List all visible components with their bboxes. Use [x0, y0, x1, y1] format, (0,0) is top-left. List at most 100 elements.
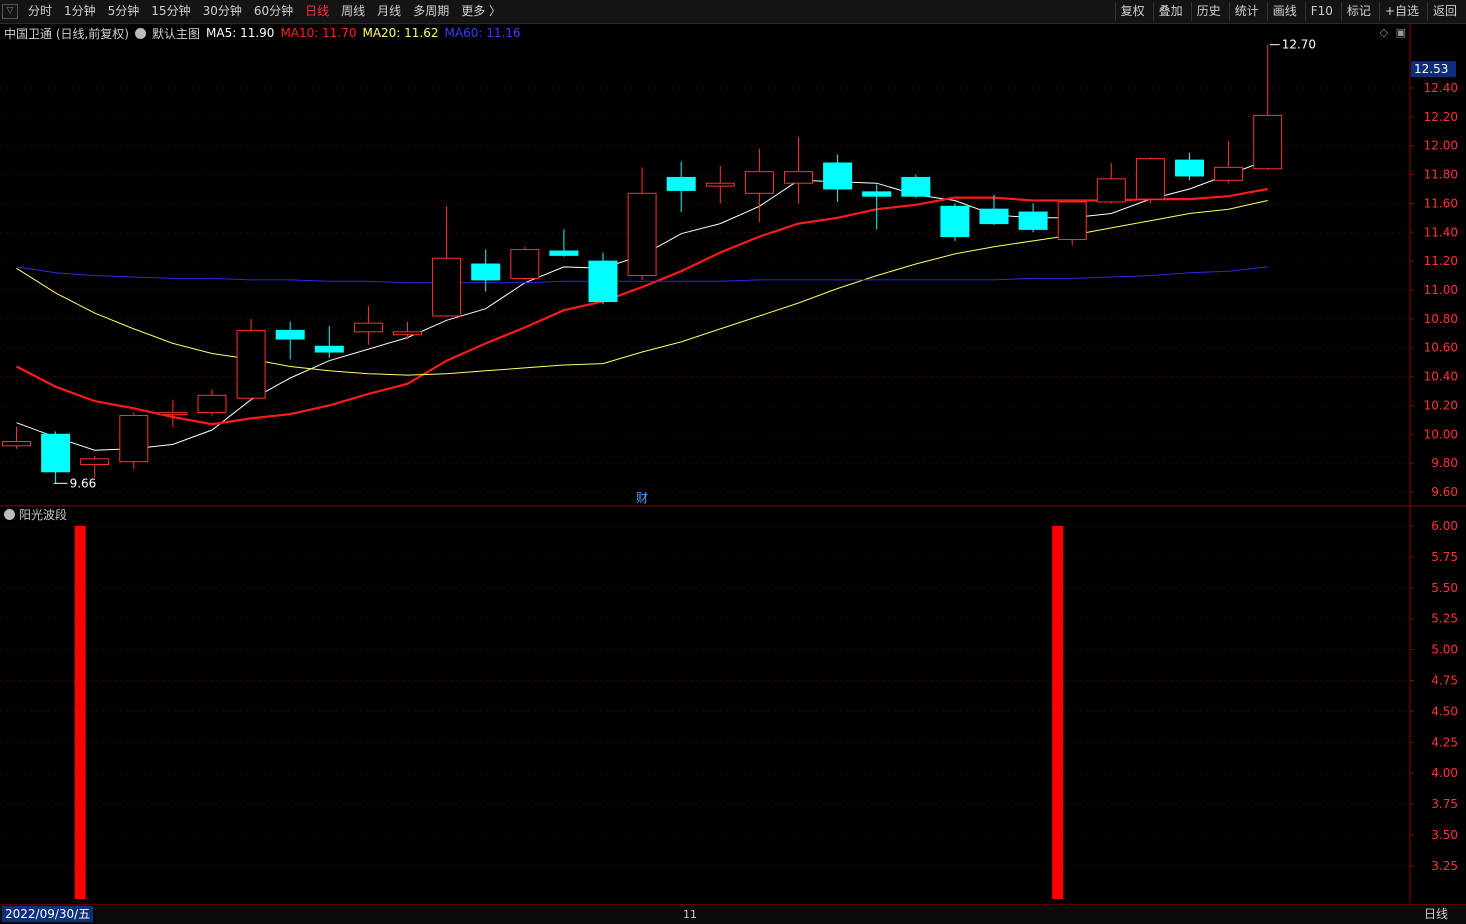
candle-body	[80, 458, 110, 466]
indicator-name[interactable]: 阳光波段	[19, 506, 67, 523]
candle-body	[119, 415, 149, 463]
candle-body	[1057, 201, 1087, 240]
candle-body	[940, 205, 970, 238]
template-toggle-icon[interactable]	[135, 27, 146, 39]
stock-title: 中国卫通 (日线,前复权)	[4, 26, 129, 41]
period-tab-6[interactable]: 日线	[299, 0, 335, 23]
period-tab-4[interactable]: 30分钟	[197, 0, 248, 23]
period-tab-10[interactable]: 更多 〉	[455, 0, 507, 23]
toolbar-buttons: 复权 叠加 历史 统计 画线 F10 标记 +自选 返回	[1112, 0, 1462, 23]
candle-body	[627, 192, 657, 277]
candle-body	[197, 394, 227, 414]
indicator-tick-label: 5.00	[1431, 643, 1458, 657]
candle-body	[862, 191, 892, 197]
toolbar-button-0[interactable]: 复权	[1114, 2, 1150, 21]
candle-body	[2, 440, 31, 447]
indicator-bar	[74, 526, 86, 899]
candle-body	[353, 322, 383, 333]
ma60-value: MA60: 11.16	[444, 26, 521, 40]
candle-body	[1253, 114, 1283, 170]
toolbar: ▽ 分时 1分钟 5分钟 15分钟 30分钟 60分钟 日线 周线 月线 多周期 更多 〉 复权 叠加…	[0, 0, 1466, 24]
indicator-tick-label: 5.75	[1431, 550, 1458, 564]
period-indicator[interactable]: 日线	[1424, 906, 1448, 923]
period-tab-7[interactable]: 周线	[335, 0, 371, 23]
diamond-icon[interactable]: ◇	[1380, 26, 1388, 39]
period-tab-5[interactable]: 60分钟	[248, 0, 299, 23]
ma20-value: MA20: 11.62	[362, 26, 439, 40]
main-tick-label: 12.20	[1424, 110, 1458, 124]
high-price-label: 12.70	[1282, 38, 1316, 52]
period-tab-1[interactable]: 1分钟	[58, 0, 102, 23]
indicator-header: 阳光波段	[4, 506, 67, 523]
template-name[interactable]: 默认主图	[152, 25, 200, 42]
main-tick-label: 10.60	[1424, 341, 1458, 355]
indicator-toggle-icon[interactable]	[4, 509, 15, 520]
indicator-tick-label: 4.50	[1431, 704, 1458, 718]
candle-body	[236, 329, 266, 399]
toolbar-button-3[interactable]: 统计	[1228, 2, 1264, 21]
toolbar-button-8[interactable]: 返回	[1426, 2, 1462, 21]
candle-body	[1214, 166, 1244, 181]
candle-body	[432, 257, 462, 317]
candle-body	[158, 412, 188, 416]
window-icon[interactable]: ▣	[1396, 26, 1406, 39]
candle-body	[784, 171, 813, 184]
toolbar-button-7[interactable]: +自选	[1378, 2, 1424, 21]
candle-body	[705, 182, 735, 187]
indicator-tick-label: 3.75	[1431, 797, 1458, 811]
chart-header-icons: ◇ ▣	[1380, 26, 1406, 39]
main-tick-label: 9.60	[1431, 485, 1458, 499]
indicator-tick-label: 5.50	[1431, 581, 1458, 595]
toolbar-button-1[interactable]: 叠加	[1152, 2, 1188, 21]
chart-header: 中国卫通 (日线,前复权) 默认主图 MA5: 11.90 MA10: 11.7…	[4, 25, 527, 41]
main-tick-label: 10.20	[1424, 398, 1458, 412]
indicator-tick-label: 4.75	[1431, 674, 1458, 688]
finance-event-marker: 财	[636, 491, 648, 505]
period-tab-3[interactable]: 15分钟	[145, 0, 196, 23]
period-tab-9[interactable]: 多周期	[407, 0, 455, 23]
period-tabs: ▽ 分时 1分钟 5分钟 15分钟 30分钟 60分钟 日线 周线 月线 多周期 更多 〉	[0, 0, 507, 23]
indicator-tick-label: 4.25	[1431, 735, 1458, 749]
candle-body	[744, 171, 774, 194]
main-tick-label: 11.20	[1424, 254, 1458, 268]
candle-body	[1135, 158, 1165, 200]
period-tab-8[interactable]: 月线	[371, 0, 407, 23]
toolbar-button-2[interactable]: 历史	[1190, 2, 1226, 21]
candle-body	[588, 260, 618, 303]
indicator-bar	[1052, 526, 1064, 899]
toolbar-button-5[interactable]: F10	[1304, 2, 1338, 21]
main-tick-label: 10.40	[1424, 370, 1458, 384]
main-tick-label: 12.40	[1424, 81, 1458, 95]
indicator-tick-label: 6.00	[1431, 519, 1458, 533]
period-tab-0[interactable]: 分时	[22, 0, 58, 23]
candle-body	[275, 329, 305, 340]
main-tick-label: 11.40	[1424, 225, 1458, 239]
chart-area: 9.60 9.80 10.00 10.20 10.40 10.60 10.80 11.00 11…	[0, 24, 1466, 903]
candle-body	[393, 331, 422, 336]
candle-body	[823, 162, 853, 190]
time-axis-bar: 2022/09/30/五 11 日线	[0, 904, 1466, 924]
candle-body	[41, 433, 71, 473]
candle-body	[1096, 178, 1126, 203]
indicator-tick-label: 5.25	[1431, 612, 1458, 626]
main-tick-label: 11.80	[1424, 168, 1458, 182]
main-tick-label: 12.00	[1424, 139, 1458, 153]
collapse-icon[interactable]: ▽	[2, 4, 18, 19]
current-date: 2022/09/30/五	[2, 906, 94, 922]
low-price-label: 9.66	[70, 476, 97, 490]
candle-body	[549, 250, 579, 256]
main-tick-label: 11.00	[1424, 283, 1458, 297]
indicator-tick-label: 4.00	[1431, 766, 1458, 780]
candle-body	[510, 249, 540, 279]
toolbar-button-6[interactable]: 标记	[1340, 2, 1376, 21]
period-tab-2[interactable]: 5分钟	[102, 0, 146, 23]
ma5-value: MA5: 11.90	[206, 26, 275, 40]
main-tick-label: 9.80	[1431, 456, 1458, 470]
toolbar-button-4[interactable]: 画线	[1266, 2, 1302, 21]
month-marker: 11	[683, 908, 697, 921]
main-tick-label: 11.60	[1424, 196, 1458, 210]
candle-body	[1018, 211, 1048, 230]
main-tick-label: 10.80	[1424, 312, 1458, 326]
candle-body	[471, 263, 501, 281]
main-tick-label: 10.00	[1424, 427, 1458, 441]
